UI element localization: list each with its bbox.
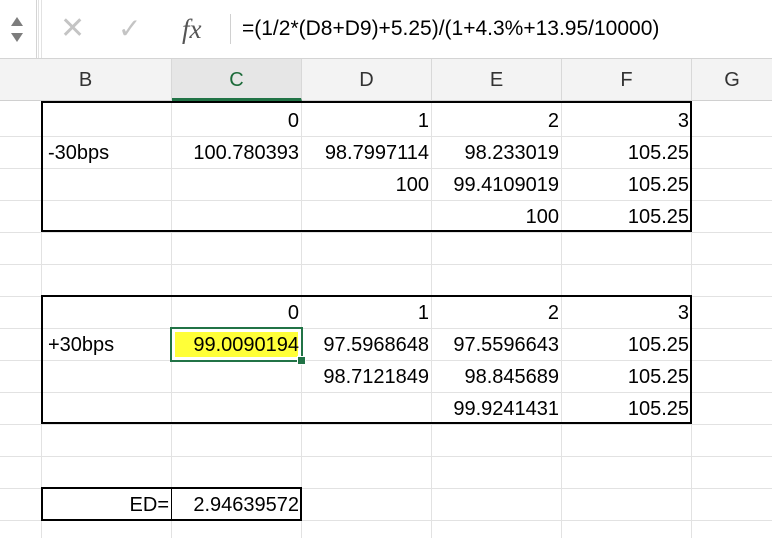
ed-label[interactable]: ED= — [42, 489, 172, 520]
table-cell[interactable]: 99.4109019 — [432, 169, 562, 200]
period-header[interactable]: 1 — [302, 105, 432, 136]
table-cell[interactable]: 98.7997114 — [302, 137, 432, 168]
period-header[interactable]: 3 — [562, 297, 692, 328]
scenario-label[interactable]: +30bps — [42, 329, 172, 360]
column-header-f[interactable]: F — [562, 59, 692, 101]
column-header-g[interactable]: G — [692, 59, 772, 101]
table-cell[interactable]: 105.25 — [562, 137, 692, 168]
scenario-label[interactable]: -30bps — [42, 137, 172, 168]
table-cell-selected[interactable]: 99.0090194 — [172, 329, 302, 360]
formula-bar-separator — [38, 0, 42, 58]
table-cell[interactable]: 105.25 — [562, 201, 692, 232]
period-header[interactable]: 2 — [432, 105, 562, 136]
period-header[interactable]: 0 — [172, 297, 302, 328]
formula-input[interactable]: =(1/2*(D8+D9)+5.25)/(1+4.3%+13.95/10000) — [242, 10, 659, 48]
table-cell[interactable]: 97.5968648 — [302, 329, 432, 360]
table-cell[interactable]: 99.9241431 — [432, 393, 562, 424]
table-cell[interactable]: 105.25 — [562, 329, 692, 360]
formula-bar: ✕ ✓ fx =(1/2*(D8+D9)+5.25)/(1+4.3%+13.95… — [0, 0, 772, 59]
column-header-b[interactable]: B — [0, 59, 172, 101]
column-header-e[interactable]: E — [432, 59, 562, 101]
name-box[interactable] — [0, 0, 37, 58]
divider — [230, 14, 231, 44]
ed-value[interactable]: 2.94639572 — [172, 489, 302, 520]
table-cell[interactable]: 98.845689 — [432, 361, 562, 392]
table-cell[interactable]: 100 — [302, 169, 432, 200]
table-cell[interactable]: 97.5596643 — [432, 329, 562, 360]
spin-down-icon[interactable] — [11, 33, 23, 42]
period-header[interactable]: 1 — [302, 297, 432, 328]
table-cell[interactable]: 105.25 — [562, 361, 692, 392]
table-cell[interactable]: 98.233019 — [432, 137, 562, 168]
enter-icon[interactable]: ✓ — [118, 10, 141, 48]
table-cell[interactable]: 105.25 — [562, 393, 692, 424]
cancel-icon[interactable]: ✕ — [60, 10, 85, 48]
function-icon[interactable]: fx — [182, 10, 202, 48]
period-header[interactable]: 0 — [172, 105, 302, 136]
period-header[interactable]: 3 — [562, 105, 692, 136]
table-cell[interactable]: 100 — [432, 201, 562, 232]
column-header-d[interactable]: D — [302, 59, 432, 101]
spin-up-icon[interactable] — [11, 17, 23, 26]
period-header[interactable]: 2 — [432, 297, 562, 328]
table-cell[interactable]: 100.780393 — [172, 137, 302, 168]
table-cell[interactable]: 105.25 — [562, 169, 692, 200]
column-header-c[interactable]: C — [172, 59, 302, 101]
table-cell[interactable]: 98.7121849 — [302, 361, 432, 392]
